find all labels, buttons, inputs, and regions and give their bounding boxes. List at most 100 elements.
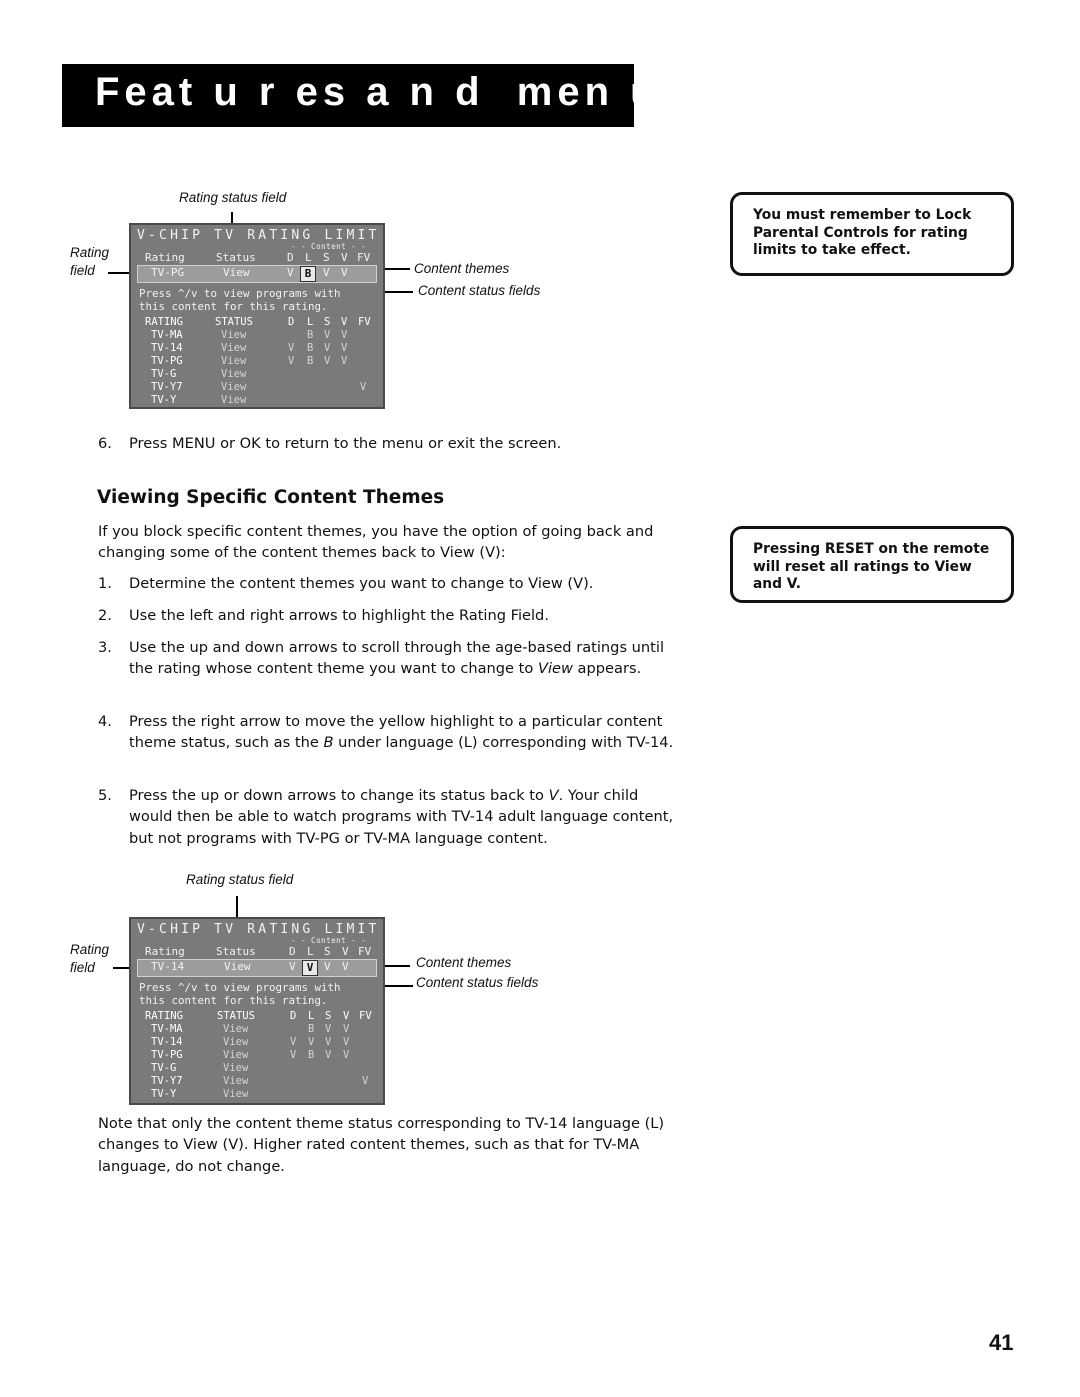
step-text: Press the right arrow to move the yellow… [129, 711, 678, 754]
row-content-value: V [362, 1075, 369, 1087]
current-status[interactable]: View [224, 960, 251, 973]
row-content-value: V [324, 355, 331, 367]
current-value-v[interactable]: V [341, 266, 348, 279]
screen-title: V-CHIP TV RATING LIMIT [137, 228, 380, 243]
intro-paragraph: If you block specific content themes, yo… [98, 523, 654, 562]
row-status: View [223, 1036, 249, 1048]
table-header-status: STATUS [217, 1010, 255, 1022]
header-col-v: V [341, 251, 348, 264]
section-title: Feat u r es a n d men u s [95, 70, 703, 114]
step-number: 1. [98, 575, 112, 592]
row-content-value: V [324, 329, 331, 341]
table-header-l: L [307, 316, 314, 328]
screen-message: Press ^/v to view programs with this con… [139, 981, 341, 1007]
row-rating: TV-Y [151, 394, 177, 406]
step-text-part: Press the up or down arrows to change it… [129, 787, 549, 804]
step-text: Press MENU or OK to return to the menu o… [129, 435, 562, 452]
current-rating[interactable]: TV-14 [151, 960, 184, 973]
row-content-value: V [325, 1023, 332, 1035]
header-col-fv: FV [358, 945, 372, 958]
row-status: View [223, 1075, 249, 1087]
row-status: View [221, 355, 247, 367]
header-status: Status [216, 251, 256, 264]
callout-rating-status-field: Rating status field [179, 190, 287, 205]
header-rating: Rating [145, 251, 185, 264]
table-header-fv: FV [358, 316, 371, 328]
vchip-screen: V-CHIP TV RATING LIMIT - - Content - - R… [129, 223, 385, 409]
step-6: 6. Press MENU or OK to return to the men… [98, 433, 678, 454]
row-status: View [221, 342, 247, 354]
table-row: TV-MA View B V V [131, 1023, 383, 1036]
callout-rating-field-1: Rating [70, 942, 110, 957]
row-rating: TV-PG [151, 1049, 183, 1061]
header-col-l: L [307, 945, 314, 958]
callout-rating-field-1: Rating [70, 245, 110, 260]
row-content-value: V [290, 1049, 297, 1061]
row-content-value: V [343, 1036, 350, 1048]
step-text-part: appears. [572, 660, 642, 678]
row-content-value: B [308, 1049, 315, 1061]
header-col-fv: FV [357, 251, 371, 264]
table-header-v: V [343, 1010, 350, 1022]
vchip-screen: V-CHIP TV RATING LIMIT - - Content - - R… [129, 917, 385, 1105]
current-value-s[interactable]: V [323, 266, 330, 279]
row-rating: TV-G [151, 1062, 177, 1074]
table-header-l: L [308, 1010, 315, 1022]
current-value-d[interactable]: V [287, 266, 294, 279]
table-row: TV-PG View V B V V [131, 355, 383, 368]
selected-content-status[interactable]: V [302, 960, 318, 976]
step-text: Use the left and right arrows to highlig… [129, 607, 549, 624]
step-text-emphasis: V [548, 787, 559, 804]
step-1: 1. Determine the content themes you want… [98, 573, 678, 594]
table-row: TV-14 View V V V V [131, 1036, 383, 1049]
selected-content-status[interactable]: B [300, 266, 316, 282]
table-row: TV-Y View [131, 394, 383, 407]
row-rating: TV-14 [151, 342, 183, 354]
header-col-d: D [287, 251, 294, 264]
current-rating[interactable]: TV-PG [151, 266, 184, 279]
row-content-value: V [290, 1036, 297, 1048]
current-value-d[interactable]: V [289, 960, 296, 973]
table-row: TV-G View [131, 368, 383, 381]
row-content-value: B [307, 329, 314, 341]
table-header-rating: RATING [145, 1010, 183, 1022]
row-rating: TV-G [151, 368, 177, 380]
row-content-value: V [288, 355, 295, 367]
row-status: View [223, 1088, 249, 1100]
step-5: 5. Press the up or down arrows to change… [98, 785, 678, 849]
callout-content-status-fields: Content status fields [416, 975, 539, 990]
page-number: 41 [989, 1330, 1014, 1355]
row-content-value: V [325, 1049, 332, 1061]
row-content-value: V [308, 1036, 315, 1048]
step-text-part: under language (L) corresponding with TV… [333, 734, 674, 752]
row-content-value: V [341, 355, 348, 367]
current-status[interactable]: View [223, 266, 250, 279]
step-4: 4. Press the right arrow to move the yel… [98, 711, 678, 754]
row-content-value: V [341, 329, 348, 341]
callout-content-status-fields: Content status fields [418, 283, 541, 298]
row-status: View [221, 394, 247, 406]
header-col-l: L [305, 251, 312, 264]
header-status: Status [216, 945, 256, 958]
current-value-v[interactable]: V [342, 960, 349, 973]
callout-content-themes: Content themes [414, 261, 510, 276]
table-header-d: D [290, 1010, 297, 1022]
table-row: TV-G View [131, 1062, 383, 1075]
step-number: 3. [98, 639, 112, 656]
step-text-emphasis: B [323, 734, 334, 752]
table-row: TV-PG View V B V V [131, 1049, 383, 1062]
step-3: 3. Use the up and down arrows to scroll … [98, 637, 678, 680]
header-rating: Rating [145, 945, 185, 958]
step-text: Press the up or down arrows to change it… [129, 785, 678, 849]
table-header-d: D [288, 316, 295, 328]
table-row: TV-Y View [131, 1088, 383, 1101]
header-col-s: S [324, 945, 331, 958]
current-value-s[interactable]: V [324, 960, 331, 973]
step-2: 2. Use the left and right arrows to high… [98, 605, 678, 626]
row-status: View [221, 329, 247, 341]
section-heading: Viewing Specific Content Themes [97, 487, 445, 508]
table-header-rating: RATING [145, 316, 183, 328]
content-label: - - Content - - [291, 936, 367, 945]
row-rating: TV-Y [151, 1088, 177, 1100]
row-rating: TV-MA [151, 329, 183, 341]
